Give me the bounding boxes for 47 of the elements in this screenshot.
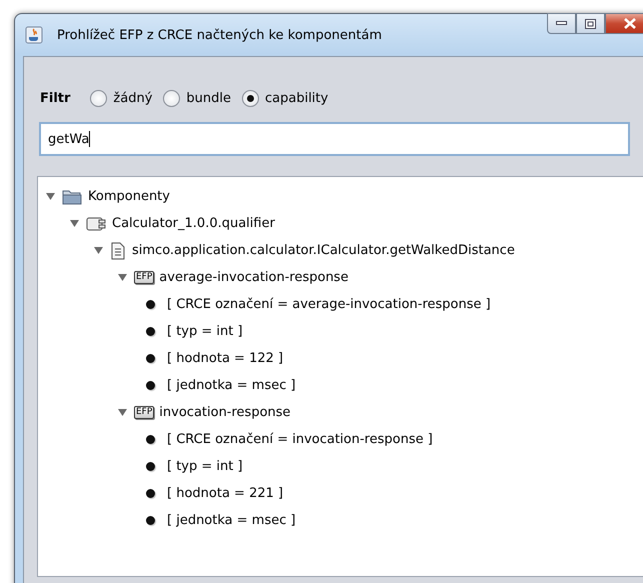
radio-button[interactable] xyxy=(90,90,108,106)
bullet-icon xyxy=(146,435,155,444)
close-button[interactable] xyxy=(605,13,643,34)
minimize-icon xyxy=(556,21,567,26)
maximize-button[interactable] xyxy=(576,13,605,34)
expanded-arrow-icon[interactable] xyxy=(118,408,126,417)
tree-item[interactable]: Calculator_1.0.0.qualifier xyxy=(112,216,275,231)
expanded-arrow-icon[interactable] xyxy=(94,246,102,255)
bullet-icon xyxy=(146,381,155,390)
filter-label: Filtr xyxy=(40,90,70,106)
expanded-arrow-icon[interactable] xyxy=(118,273,126,282)
radio-label[interactable]: bundle xyxy=(186,90,231,106)
tree-item[interactable]: [ CRCE označení = invocation-response ] xyxy=(167,432,433,447)
tree-item[interactable]: simco.application.calculator.ICalculator.getWalkedDistance xyxy=(132,243,515,258)
window-title: Prohlížeč EFP z CRCE načtených ke komponentám xyxy=(57,28,383,42)
expanded-arrow-icon[interactable] xyxy=(46,192,54,201)
tree-item[interactable]: [ hodnota = 122 ] xyxy=(167,351,284,366)
bullet-icon xyxy=(146,462,155,471)
minimize-button[interactable] xyxy=(547,13,576,34)
tree-item[interactable]: invocation-response xyxy=(159,405,291,420)
efp-icon: EFP xyxy=(134,406,154,419)
radio-button[interactable] xyxy=(242,90,259,106)
tree-item[interactable]: [ typ = int ] xyxy=(167,459,243,474)
tree-item[interactable]: [ CRCE označení = average-invocation-response ] xyxy=(167,297,491,312)
radio-label[interactable]: žádný xyxy=(113,90,152,106)
tree-item[interactable]: [ jednotka = msec ] xyxy=(167,513,296,528)
search-field[interactable]: getWa xyxy=(39,122,630,156)
radio-label[interactable]: capability xyxy=(265,90,328,106)
folder-icon xyxy=(62,188,82,204)
efp-icon: EFP xyxy=(134,271,154,284)
radio-button[interactable] xyxy=(163,90,180,106)
bullet-icon xyxy=(146,489,155,498)
tree-item[interactable]: [ jednotka = msec ] xyxy=(167,378,296,393)
expanded-arrow-icon[interactable] xyxy=(70,219,78,228)
tree-item[interactable]: [ typ = int ] xyxy=(167,324,243,339)
close-icon xyxy=(624,18,636,29)
document-icon xyxy=(110,242,126,260)
maximize-icon xyxy=(585,18,596,28)
bullet-icon xyxy=(146,300,155,309)
bullet-icon xyxy=(146,516,155,525)
bullet-icon xyxy=(146,354,155,363)
component-icon xyxy=(86,216,106,232)
tree-item[interactable]: Komponenty xyxy=(88,189,170,204)
tree-item[interactable]: [ hodnota = 221 ] xyxy=(167,486,284,501)
java-app-icon xyxy=(25,26,43,44)
bullet-icon xyxy=(146,327,155,336)
tree-item[interactable]: average-invocation-response xyxy=(159,270,348,285)
